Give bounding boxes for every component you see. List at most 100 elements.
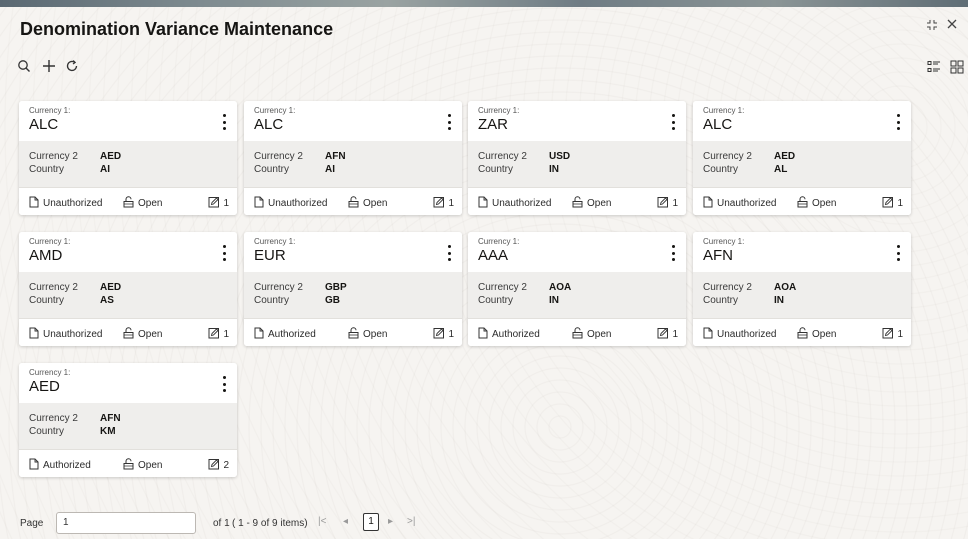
currency1-label: Currency 1: [703,106,745,115]
currency2-value: AOA [549,282,572,293]
lock-status: Open [572,196,611,211]
kebab-menu-icon[interactable] [670,114,676,130]
record-card[interactable]: Currency 1: ZAR Currency 2 USD Country IN … [468,101,686,215]
lock-status: Open [348,196,387,211]
edit-icon [433,327,445,342]
status-text: Unauthorized [492,198,552,209]
page-label: Page [20,518,44,529]
document-icon [478,196,488,211]
card-header: Currency 1: AAA [468,232,686,272]
record-card[interactable]: Currency 1: EUR Currency 2 GBP Country GB … [244,232,462,346]
status-badge: Unauthorized [29,327,102,342]
country-row: Country IN [478,295,559,306]
record-card[interactable]: Currency 1: ALC Currency 2 AFN Country AI … [244,101,462,215]
card-body: Currency 2 GBP Country GB [244,272,462,318]
currency2-value: AED [774,151,796,162]
kebab-menu-icon[interactable] [221,245,227,261]
document-icon [254,196,264,211]
currency1-value: ALC [703,116,733,133]
edit-icon [882,327,894,342]
record-card[interactable]: Currency 1: ALC Currency 2 AED Country AI … [19,101,237,215]
card-footer: Unauthorized Open 1 [693,318,911,346]
card-footer: Authorized Open 1 [244,318,462,346]
lock-text: Open [587,329,612,340]
grid-view-icon[interactable] [950,60,966,76]
lock-status: Open [348,327,387,342]
card-body: Currency 2 AFN Country AI [244,141,462,187]
currency2-value: AFN [100,413,121,424]
card-body: Currency 2 AOA Country IN [693,272,911,318]
modification-number: 1 [433,327,454,342]
close-icon[interactable] [946,17,958,33]
currency1-label: Currency 1: [478,237,520,246]
record-card[interactable]: Currency 1: AMD Currency 2 AED Country AS … [19,232,237,346]
kebab-menu-icon[interactable] [670,245,676,261]
list-view-icon[interactable] [927,60,943,76]
status-badge: Authorized [254,327,316,342]
record-card[interactable]: Currency 1: AAA Currency 2 AOA Country IN … [468,232,686,346]
kebab-menu-icon[interactable] [895,114,901,130]
currency2-label: Currency 2 [703,282,752,293]
kebab-menu-icon[interactable] [895,245,901,261]
currency2-row: Currency 2 AFN [254,151,346,162]
modification-value: 1 [897,329,903,340]
search-icon[interactable] [15,57,33,75]
modification-number: 1 [882,196,903,211]
kebab-menu-icon[interactable] [221,376,227,392]
currency2-row: Currency 2 AED [29,151,121,162]
maximize-icon[interactable] [926,18,938,34]
country-label: Country [703,164,739,175]
last-page-button[interactable]: >| [407,516,415,527]
document-icon [29,196,39,211]
currency1-label: Currency 1: [29,237,71,246]
record-card[interactable]: Currency 1: AFN Currency 2 AOA Country IN … [693,232,911,346]
record-card[interactable]: Currency 1: ALC Currency 2 AED Country AL … [693,101,911,215]
edit-icon [208,196,220,211]
currency2-label: Currency 2 [29,282,78,293]
lock-status: Open [572,327,611,342]
previous-page-button[interactable]: ◂ [343,516,348,527]
lock-status: Open [123,458,162,473]
status-text: Authorized [43,460,91,471]
first-page-button[interactable]: |< [318,516,326,527]
currency1-value: EUR [254,247,286,264]
modification-number: 1 [433,196,454,211]
modification-value: 1 [223,198,229,209]
card-header: Currency 1: AFN [693,232,911,272]
country-value: AI [100,164,110,175]
card-body: Currency 2 AFN Country KM [19,403,237,449]
record-card[interactable]: Currency 1: AED Currency 2 AFN Country KM … [19,363,237,477]
lock-status: Open [797,196,836,211]
country-row: Country IN [478,164,559,175]
currency2-row: Currency 2 AFN [29,413,121,424]
currency2-value: AOA [774,282,797,293]
unlock-icon [123,458,134,473]
country-label: Country [29,295,65,306]
country-label: Country [703,295,739,306]
plus-icon[interactable] [40,57,58,75]
country-row: Country AI [254,164,335,175]
refresh-icon[interactable] [63,57,81,75]
current-page-button[interactable]: 1 [363,513,379,531]
country-value: AI [325,164,335,175]
modification-value: 1 [672,198,678,209]
document-icon [29,458,39,473]
status-badge: Unauthorized [703,196,776,211]
country-value: IN [549,295,559,306]
unlock-icon [797,196,808,211]
next-page-button[interactable]: ▸ [388,516,393,527]
kebab-menu-icon[interactable] [446,245,452,261]
edit-icon [208,458,220,473]
currency1-value: AAA [478,247,509,264]
country-label: Country [478,295,514,306]
currency1-value: AED [29,378,60,395]
kebab-menu-icon[interactable] [446,114,452,130]
status-badge: Unauthorized [29,196,102,211]
page-number-input[interactable]: 1 [56,512,196,534]
currency2-value: GBP [325,282,347,293]
kebab-menu-icon[interactable] [221,114,227,130]
country-label: Country [254,164,290,175]
country-label: Country [254,295,290,306]
edit-icon [657,196,669,211]
page-count-text: of 1 [213,518,230,529]
